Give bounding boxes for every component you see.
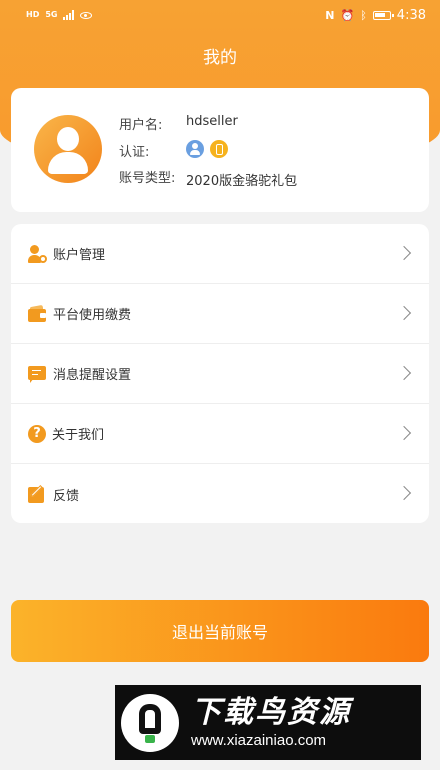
chevron-right-icon — [396, 245, 412, 261]
wallet-icon — [27, 304, 47, 324]
phone-verified-icon — [210, 140, 228, 158]
chevron-right-icon — [396, 305, 412, 321]
person-verified-icon — [186, 140, 204, 158]
status-left: HD 5G — [26, 10, 93, 20]
menu-item-message-settings[interactable]: 消息提醒设置 — [11, 344, 429, 404]
avatar-body-shape — [48, 152, 88, 174]
watermark-title: 下载鸟资源 — [191, 694, 351, 730]
message-icon — [27, 364, 47, 384]
account-type-value: 2020版金骆驼礼包 — [186, 174, 298, 189]
menu-item-feedback[interactable]: 反馈 — [11, 464, 429, 523]
menu-item-label: 反馈 — [53, 488, 80, 504]
help-icon: ? — [28, 424, 46, 443]
status-bar: HD 5G N ⏰ ᛒ 4:38 — [0, 0, 440, 30]
avatar[interactable] — [34, 115, 102, 183]
nfc-icon: N — [325, 8, 335, 22]
menu-item-label: 平台使用缴费 — [53, 308, 132, 323]
status-time: 4:38 — [396, 7, 426, 23]
account-type-label: 账号类型: — [119, 171, 176, 186]
watermark: 下载鸟资源 www.xiazainiao.com — [115, 685, 421, 760]
avatar-head-shape — [57, 127, 79, 151]
status-right: N ⏰ ᛒ 4:38 — [325, 8, 426, 23]
menu-item-label: 消息提醒设置 — [53, 368, 132, 383]
feedback-icon — [27, 484, 47, 504]
profile-card: 用户名: hdseller 认证: 账号类型: 2020版金骆驼礼包 — [11, 88, 429, 212]
logout-button[interactable]: 退出当前账号 — [11, 600, 429, 662]
cert-label: 认证: — [119, 145, 150, 160]
hd-indicator: HD — [26, 10, 40, 19]
watermark-url: www.xiazainiao.com — [191, 731, 327, 749]
signal-icon — [63, 10, 75, 20]
menu-item-label: 关于我们 — [52, 428, 105, 443]
eye-icon — [80, 11, 93, 19]
menu-item-platform-fee[interactable]: 平台使用缴费 — [11, 284, 429, 344]
account-manage-icon — [27, 244, 47, 264]
menu-item-account-manage[interactable]: 账户管理 — [11, 224, 429, 284]
username-label: 用户名: — [119, 118, 163, 133]
watermark-logo-icon — [121, 693, 179, 752]
battery-icon — [372, 10, 394, 20]
username-value: hdseller — [186, 114, 238, 129]
chevron-right-icon — [396, 425, 412, 441]
menu-item-about-us[interactable]: ? 关于我们 — [11, 404, 429, 464]
alarm-icon: ⏰ — [340, 8, 355, 22]
bluetooth-icon: ᛒ — [360, 8, 367, 22]
menu-item-label: 账户管理 — [53, 248, 106, 263]
chevron-right-icon — [396, 365, 412, 381]
menu-list: 账户管理 平台使用缴费 消息提醒设置 ? 关于我们 反馈 — [11, 224, 429, 523]
chevron-right-icon — [396, 485, 412, 501]
network-type-indicator: 5G — [45, 10, 58, 19]
watermark-text: 下载鸟资源 www.xiazainiao.com — [191, 695, 351, 751]
page-title: 我的 — [203, 48, 237, 68]
